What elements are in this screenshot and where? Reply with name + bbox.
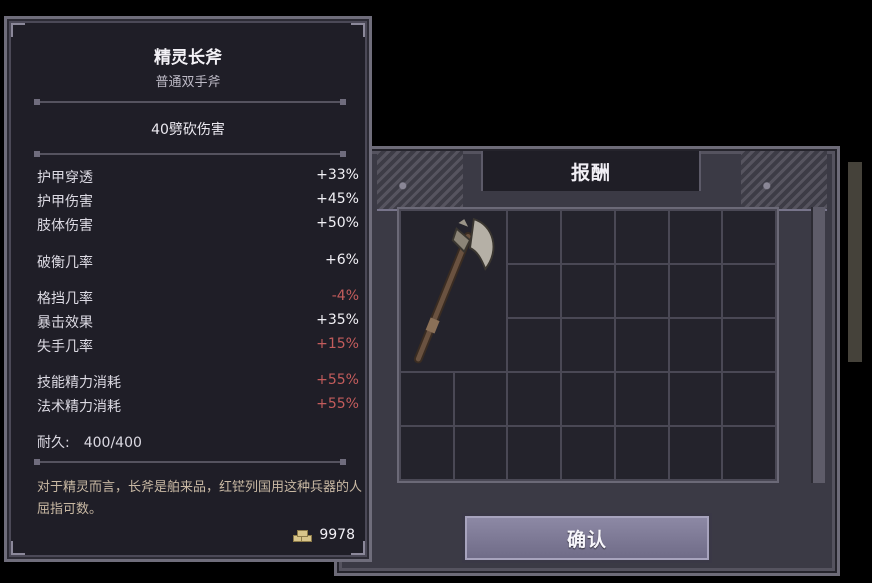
durability-label: 耐久: <box>37 435 70 451</box>
empty-slot[interactable] <box>669 319 722 371</box>
empty-slot[interactable] <box>669 265 722 317</box>
ornament-left-icon <box>377 151 463 211</box>
stat-value: +45% <box>316 191 359 207</box>
tooltip-corner <box>11 23 25 37</box>
stat-value: -4% <box>331 288 359 304</box>
tooltip-corner <box>351 541 365 555</box>
empty-slot[interactable] <box>669 427 722 479</box>
stat-row: 护甲伤害 +45% <box>37 191 359 211</box>
confirm-button[interactable]: 确认 <box>462 513 712 563</box>
stat-row: 法术精力消耗 +55% <box>37 396 359 416</box>
empty-slot[interactable] <box>401 373 453 425</box>
empty-slot[interactable] <box>669 373 722 425</box>
stat-value: +55% <box>316 396 359 412</box>
item-damage: 40劈砍伤害 <box>151 122 225 138</box>
coin-stack-icon <box>293 528 313 542</box>
stat-label: 护甲伤害 <box>37 194 93 210</box>
item-tooltip: 精灵长斧 普通双手斧 40劈砍伤害 护甲穿透 +33% 护甲伤害 +45% 肢体… <box>4 16 372 562</box>
empty-slot[interactable] <box>723 265 775 317</box>
stat-value: +33% <box>316 167 359 183</box>
inventory-grid <box>397 207 779 483</box>
stat-value: +50% <box>316 215 359 231</box>
stat-row: 肢体伤害 +50% <box>37 215 359 235</box>
empty-slot[interactable] <box>454 427 507 479</box>
empty-slot[interactable] <box>562 211 614 263</box>
durability-value: 400/400 <box>83 435 142 451</box>
background-edge <box>848 162 862 362</box>
empty-slot[interactable] <box>615 265 668 317</box>
empty-slot[interactable] <box>401 427 453 479</box>
reward-title: 报酬 <box>481 151 701 191</box>
stat-row: 破衡几率 +6% <box>37 252 359 272</box>
empty-slot[interactable] <box>562 427 614 479</box>
empty-slot[interactable] <box>669 211 722 263</box>
reward-panel: 报酬 确认 <box>334 146 840 576</box>
stat-label: 失手几率 <box>37 339 93 355</box>
stat-value: +6% <box>325 252 359 268</box>
grid-scrollbar[interactable] <box>811 207 825 483</box>
stat-value: +15% <box>316 336 359 352</box>
empty-slot[interactable] <box>508 265 561 317</box>
empty-slot[interactable] <box>562 265 614 317</box>
empty-slot[interactable] <box>508 319 561 371</box>
ornament-right-icon <box>741 151 827 211</box>
durability: 耐久: 400/400 <box>37 432 142 452</box>
empty-slot[interactable] <box>454 373 507 425</box>
divider <box>34 99 346 105</box>
divider <box>34 151 346 157</box>
stat-row: 技能精力消耗 +55% <box>37 372 359 392</box>
stat-label: 技能精力消耗 <box>37 375 121 391</box>
stat-label: 护甲穿透 <box>37 170 93 186</box>
stat-label: 肢体伤害 <box>37 218 93 234</box>
item-slot-elven-longaxe[interactable] <box>401 211 507 371</box>
stat-row: 格挡几率 -4% <box>37 288 359 308</box>
elven-longaxe-icon <box>413 217 495 364</box>
stat-row: 失手几率 +15% <box>37 336 359 356</box>
empty-slot[interactable] <box>723 373 775 425</box>
stat-value: +55% <box>316 372 359 388</box>
empty-slot[interactable] <box>615 373 668 425</box>
empty-slot[interactable] <box>562 373 614 425</box>
item-name: 精灵长斧 <box>154 48 222 68</box>
empty-slot[interactable] <box>508 427 561 479</box>
divider <box>34 459 346 465</box>
empty-slot[interactable] <box>508 211 561 263</box>
empty-slot[interactable] <box>723 427 775 479</box>
stat-label: 法术精力消耗 <box>37 399 121 415</box>
empty-slot[interactable] <box>615 319 668 371</box>
stat-row: 暴击效果 +35% <box>37 312 359 332</box>
empty-slot[interactable] <box>615 211 668 263</box>
stat-label: 暴击效果 <box>37 315 93 331</box>
empty-slot[interactable] <box>615 427 668 479</box>
empty-slot[interactable] <box>723 319 775 371</box>
tooltip-corner <box>11 541 25 555</box>
stat-label: 格挡几率 <box>37 291 93 307</box>
empty-slot[interactable] <box>508 373 561 425</box>
empty-slot[interactable] <box>723 211 775 263</box>
stat-row: 护甲穿透 +33% <box>37 167 359 187</box>
empty-slot[interactable] <box>562 319 614 371</box>
tooltip-corner <box>351 23 365 37</box>
stat-value: +35% <box>316 312 359 328</box>
stat-label: 破衡几率 <box>37 255 93 271</box>
item-description: 对于精灵而言，长斧是舶来品，红铓列国用这种兵器的人屈指可数。 <box>37 480 363 517</box>
price-value: 9978 <box>319 527 355 543</box>
item-type: 普通双手斧 <box>155 75 221 90</box>
item-price: 9978 <box>293 527 355 543</box>
